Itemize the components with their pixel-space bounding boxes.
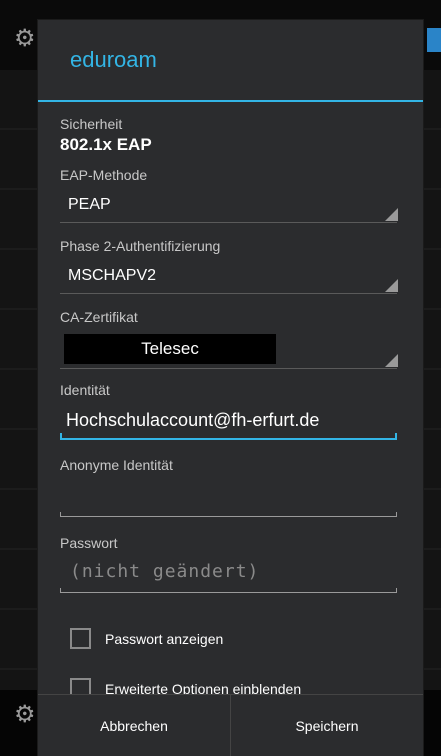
ca-cert-value: Telesec [64,334,276,364]
security-value: 802.1x EAP [60,135,152,154]
password-input[interactable]: (nicht geändert) [60,553,397,593]
eap-method-value: PEAP [68,196,111,213]
dropdown-arrow-icon [385,208,398,221]
ca-cert-label: CA-Zertifikat [60,309,138,325]
show-password-label: Passwort anzeigen [105,630,224,647]
phase2-spinner[interactable]: MSCHAPV2 [60,259,398,294]
eap-method-label: EAP-Methode [60,167,148,183]
dialog-content: Sicherheit 802.1x EAP EAP-Methode PEAP P… [38,102,423,593]
identity-label: Identität [60,382,110,398]
anon-identity-input[interactable] [60,475,397,517]
wifi-config-dialog: eduroam Sicherheit 802.1x EAP EAP-Method… [38,20,423,756]
background-accent [427,28,441,52]
security-label: Sicherheit [60,116,123,132]
phase2-label: Phase 2-Authentifizierung [60,238,221,254]
show-password-checkbox-row[interactable]: Passwort anzeigen [70,628,223,649]
dropdown-arrow-icon [385,279,398,292]
dropdown-arrow-icon [385,354,398,367]
identity-cap-right [395,433,397,440]
anon-identity-cap-right [396,512,397,517]
dialog-title: eduroam [70,47,157,72]
identity-value: Hochschulaccount@fh-erfurt.de [66,410,320,430]
identity-cap-left [60,433,62,440]
dialog-button-bar: Abbrechen Speichern [38,694,423,756]
identity-underline [60,438,397,440]
password-cap-left [60,588,61,593]
settings-icon-bottom: ⚙ [14,701,36,728]
save-button[interactable]: Speichern [231,695,423,756]
cancel-button[interactable]: Abbrechen [38,695,231,756]
password-underline [60,592,397,593]
eap-method-spinner[interactable]: PEAP [60,188,398,223]
identity-input[interactable]: Hochschulaccount@fh-erfurt.de [60,400,397,440]
anon-identity-label: Anonyme Identität [60,457,173,473]
phase2-value: MSCHAPV2 [68,267,157,284]
show-password-checkbox[interactable] [70,628,91,649]
ca-cert-spinner[interactable]: Telesec [60,330,398,369]
settings-icon: ⚙ [14,25,36,52]
anon-identity-cap-left [60,512,61,517]
password-placeholder: (nicht geändert) [70,561,260,582]
password-label: Passwort [60,535,118,551]
password-cap-right [396,588,397,593]
anon-identity-underline [60,516,397,517]
